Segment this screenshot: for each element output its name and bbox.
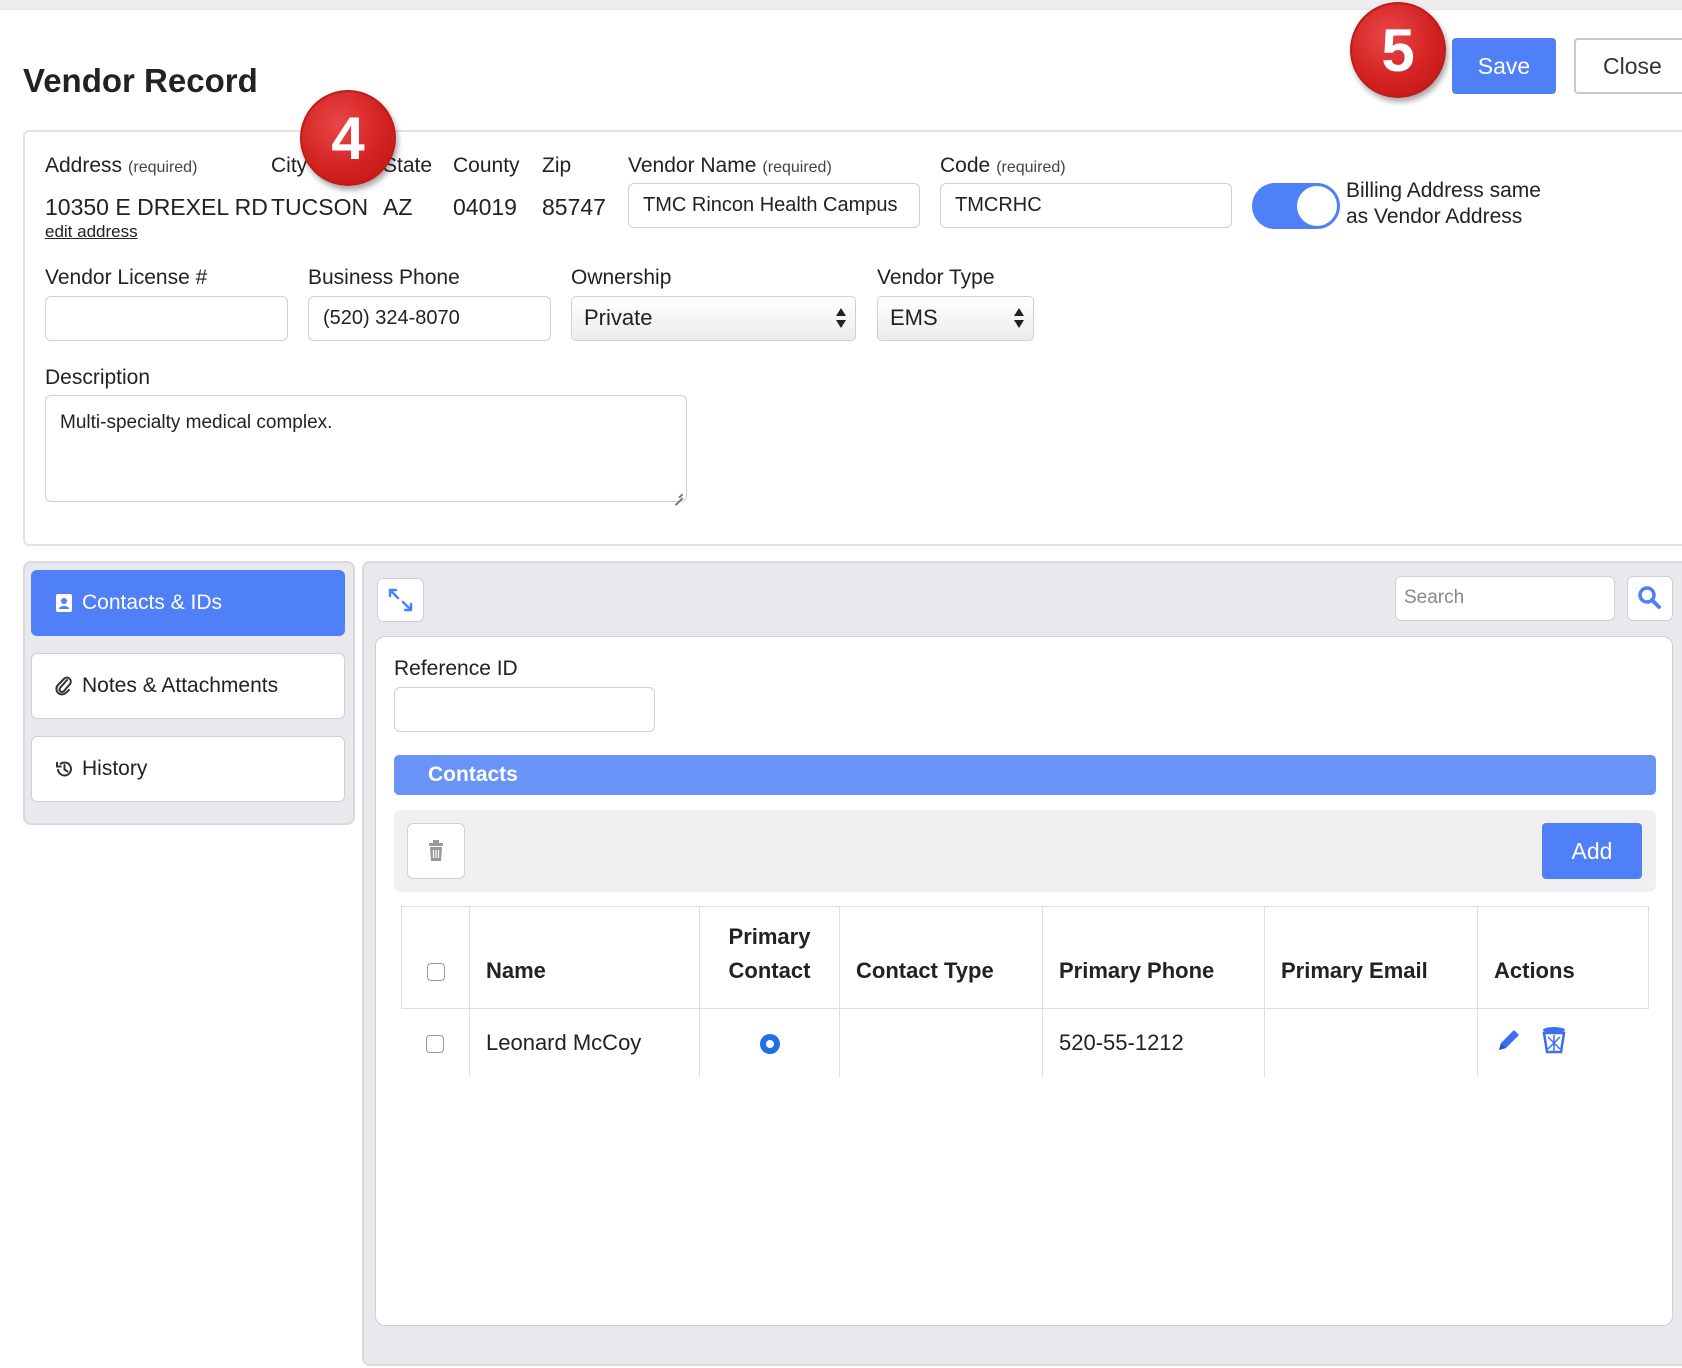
description-text: Multi-specialty medical complex. bbox=[60, 412, 333, 433]
annotation-badge-4: 4 bbox=[300, 90, 396, 186]
row-checkbox[interactable] bbox=[426, 1034, 445, 1053]
primary-contact-header-line2: Contact bbox=[728, 958, 811, 983]
sidebar-item-contacts-ids[interactable]: Contacts & IDs bbox=[31, 570, 345, 636]
address-state: AZ bbox=[383, 194, 413, 220]
address-county: 04019 bbox=[453, 194, 517, 220]
city-label: City bbox=[271, 154, 308, 177]
contacts-section-header: Contacts bbox=[394, 755, 1656, 795]
edit-pencil-icon[interactable] bbox=[1494, 1025, 1524, 1061]
select-arrows-icon bbox=[1013, 306, 1025, 330]
contacts-toolbar bbox=[394, 810, 1656, 892]
contact-type-cell bbox=[839, 1008, 1043, 1077]
delete-selected-button[interactable] bbox=[407, 823, 465, 879]
table-header-row: Name Primary Contact Contact Type Primary… bbox=[401, 906, 1649, 1009]
name-header[interactable]: Name bbox=[469, 906, 700, 1009]
search-icon bbox=[1638, 586, 1661, 609]
address-city: TUCSON bbox=[271, 194, 369, 220]
page-title: Vendor Record bbox=[23, 62, 258, 99]
billing-address-toggle-label: Billing Address same as Vendor Address bbox=[1346, 179, 1541, 228]
search-button[interactable] bbox=[1627, 576, 1673, 621]
annotation-badge-5: 5 bbox=[1350, 2, 1446, 98]
business-phone-label: Business Phone bbox=[308, 266, 460, 289]
description-label: Description bbox=[45, 366, 151, 389]
reference-id-input[interactable] bbox=[394, 687, 655, 732]
resize-grip-icon[interactable] bbox=[673, 488, 683, 498]
contacts-table: Name Primary Contact Contact Type Primary… bbox=[401, 906, 1649, 1077]
select-arrows-icon bbox=[835, 306, 847, 330]
delete-row-icon[interactable] bbox=[1540, 1025, 1568, 1061]
table-row: Leonard McCoy 520-55-1212 bbox=[402, 1008, 1649, 1077]
primary-phone-cell: 520-55-1212 bbox=[1042, 1008, 1265, 1077]
code-input[interactable]: TMCRHC bbox=[940, 183, 1232, 228]
primary-phone-header[interactable]: Primary Phone bbox=[1042, 906, 1265, 1009]
address-street: 10350 E DREXEL RD bbox=[45, 194, 268, 220]
vendor-license-label: Vendor License # bbox=[45, 266, 208, 289]
search-input[interactable]: Search bbox=[1395, 576, 1615, 621]
ownership-select[interactable]: Private bbox=[571, 296, 856, 341]
reference-id-label: Reference ID bbox=[394, 657, 518, 680]
address-zip: 85747 bbox=[542, 194, 606, 220]
expand-button[interactable] bbox=[377, 578, 424, 622]
county-label: County bbox=[453, 154, 520, 177]
ownership-label: Ownership bbox=[571, 266, 672, 289]
contact-type-header[interactable]: Contact Type bbox=[839, 906, 1043, 1009]
ownership-selected-value: Private bbox=[584, 305, 653, 330]
sidebar-item-label: Contacts & IDs bbox=[82, 591, 223, 614]
description-textarea[interactable]: Multi-specialty medical complex. bbox=[45, 395, 687, 502]
vendor-license-input[interactable] bbox=[45, 296, 288, 341]
sidebar-item-notes-attachments[interactable]: Notes & Attachments bbox=[31, 653, 345, 719]
actions-header: Actions bbox=[1477, 906, 1649, 1009]
business-phone-input[interactable]: (520) 324-8070 bbox=[308, 296, 551, 341]
trash-icon bbox=[429, 840, 443, 861]
select-all-header bbox=[401, 906, 470, 1009]
edit-address-link[interactable]: edit address bbox=[45, 222, 138, 242]
zip-label: Zip bbox=[542, 154, 572, 177]
add-contact-button[interactable]: Add bbox=[1542, 823, 1642, 879]
contact-card-icon bbox=[54, 593, 74, 613]
vendor-type-label: Vendor Type bbox=[877, 266, 995, 289]
history-icon bbox=[54, 759, 74, 779]
vendor-type-selected-value: EMS bbox=[890, 305, 938, 330]
actions-cell bbox=[1477, 1008, 1649, 1077]
primary-email-header[interactable]: Primary Email bbox=[1264, 906, 1478, 1009]
vendor-name-input[interactable]: TMC Rincon Health Campus bbox=[628, 183, 920, 228]
close-button[interactable]: Close bbox=[1574, 38, 1682, 94]
sidebar-item-label: Notes & Attachments bbox=[82, 674, 279, 697]
primary-contact-cell bbox=[699, 1008, 840, 1077]
vendor-name-label: Vendor Name (required) bbox=[628, 154, 832, 177]
primary-contact-header[interactable]: Primary Contact bbox=[699, 906, 840, 1009]
primary-email-cell bbox=[1264, 1008, 1478, 1077]
expand-icon bbox=[388, 588, 413, 612]
select-all-checkbox[interactable] bbox=[426, 963, 445, 982]
save-button[interactable]: Save bbox=[1452, 38, 1556, 94]
top-bar bbox=[0, 0, 1682, 10]
contact-name-cell: Leonard McCoy bbox=[469, 1008, 700, 1077]
primary-contact-radio[interactable] bbox=[759, 1033, 780, 1054]
billing-address-toggle[interactable] bbox=[1252, 183, 1340, 229]
sidebar-item-history[interactable]: History bbox=[31, 736, 345, 802]
paperclip-icon bbox=[54, 676, 74, 696]
row-select-cell bbox=[402, 1009, 470, 1077]
code-label: Code (required) bbox=[940, 154, 1066, 177]
vendor-type-select[interactable]: EMS bbox=[877, 296, 1034, 341]
address-label: Address (required) bbox=[45, 154, 198, 177]
sidebar-item-label: History bbox=[82, 757, 148, 780]
primary-contact-header-line1: Primary bbox=[728, 924, 811, 949]
toggle-knob bbox=[1297, 186, 1337, 226]
